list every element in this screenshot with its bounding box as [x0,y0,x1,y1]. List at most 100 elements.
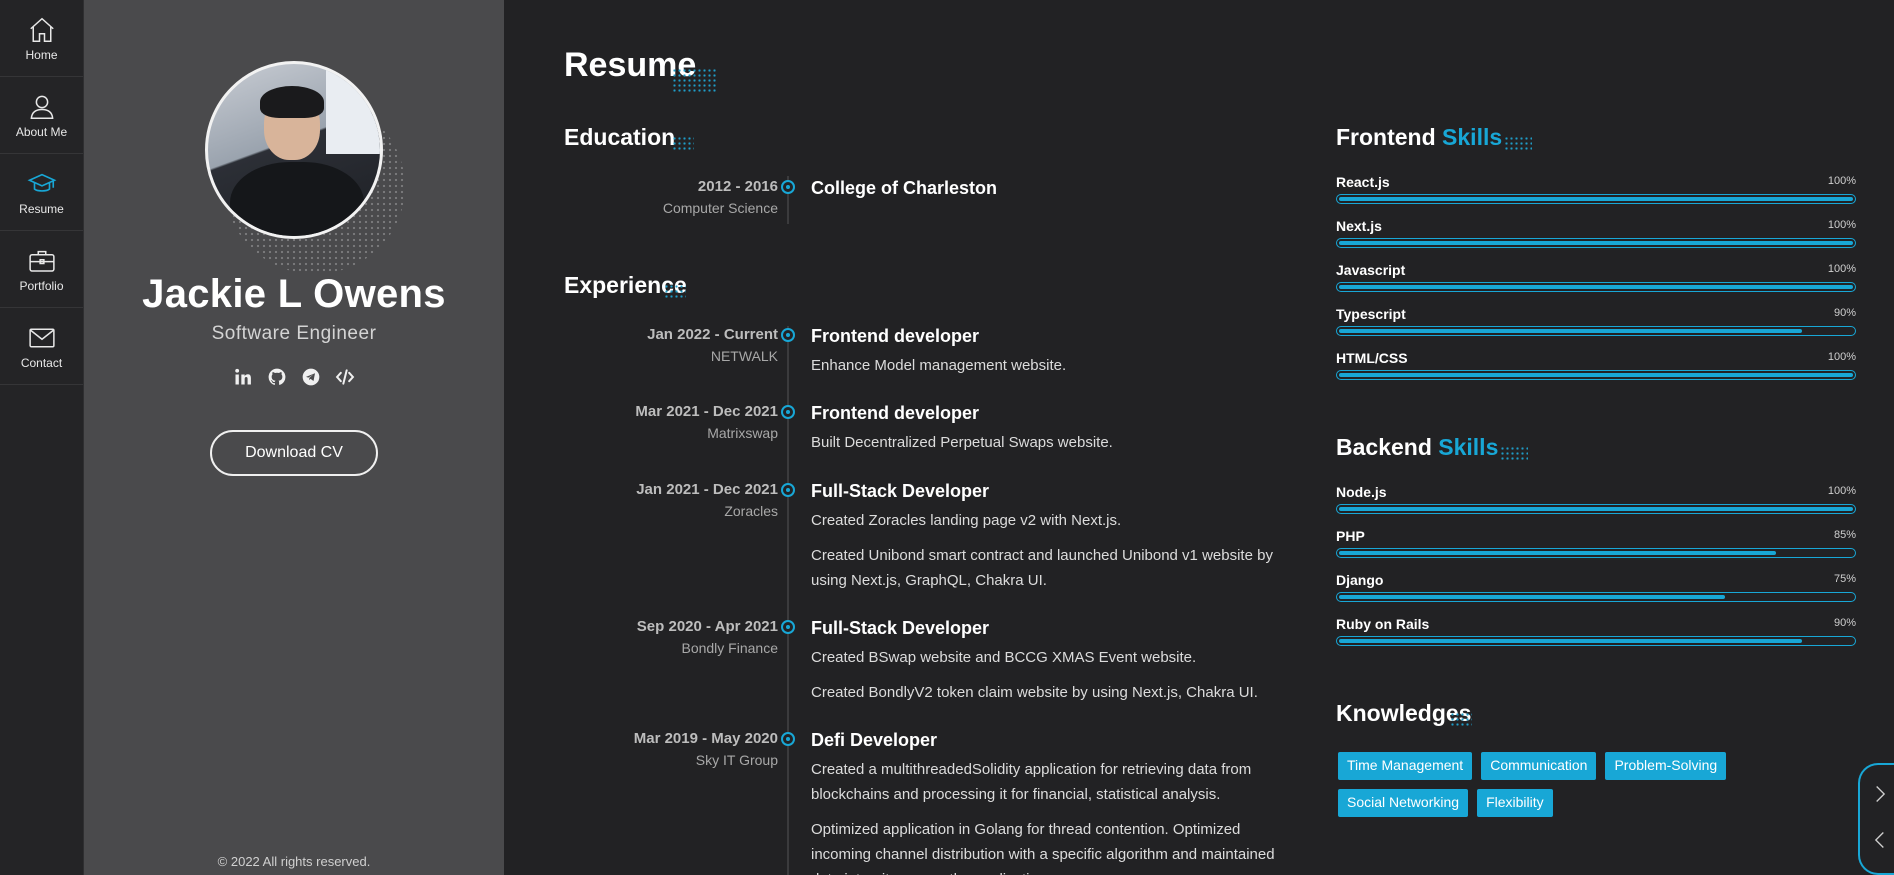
experience-desc: Optimized application in Golang for thre… [811,821,1275,875]
timeline-node [781,732,795,746]
skill-bar [1336,548,1856,558]
briefcase-icon [28,250,55,272]
timeline-node [781,328,795,342]
skill-row: PHP 85% [1336,528,1856,572]
skill-percent: 100% [1827,219,1856,231]
experience-title: Full-Stack Developer [811,481,990,501]
skill-bar [1336,370,1856,380]
chevron-left-icon[interactable] [1869,829,1891,851]
experience-company: Zoracles [724,503,778,519]
skill-bar [1336,504,1856,514]
avatar [205,61,383,239]
skill-bar [1336,194,1856,204]
experience-desc: Created Zoracles landing page v2 with Ne… [811,512,1122,529]
skill-name: Typescript [1336,306,1406,322]
skill-fill [1339,595,1725,599]
experience-right: Frontend developer Enhance Model managem… [811,326,1291,378]
skill-percent: 100% [1827,485,1856,497]
profile-name: Jackie L Owens [142,272,446,316]
skill-bar [1336,238,1856,248]
telegram-icon[interactable] [301,367,321,387]
skill-name: PHP [1336,528,1365,544]
education-school: College of Charleston [811,178,998,198]
education-dates: 2012 - 2016 [697,178,778,195]
experience-left: Mar 2021 - Dec 2021 Matrixswap [518,403,778,441]
backend-skills-list: Node.js 100% PHP 85% Django 75% Ruby on … [1336,484,1856,660]
experience-desc: Created BondlyV2 token claim website by … [811,684,1258,701]
nav-item-resume[interactable]: Resume [0,154,83,231]
code-icon[interactable] [335,367,355,387]
skill-row: Javascript 100% [1336,262,1856,306]
timeline-node [781,483,795,497]
experience-desc: Enhance Model management website. [811,357,1067,374]
nav-label-about: About Me [15,124,68,139]
frontend-heading-a: Frontend [1336,124,1436,150]
experience-right: Frontend developer Built Decentralized P… [811,403,1291,455]
nav-item-portfolio[interactable]: Portfolio [0,231,83,308]
skill-name: Next.js [1336,218,1382,234]
skill-fill [1339,241,1853,245]
education-right: College of Charleston [811,178,1291,199]
knowledge-tags: Time Management Communication Problem-So… [1338,752,1798,817]
backend-dot-pattern [1500,446,1528,462]
experience-company: Bondly Finance [681,640,778,656]
knowledge-tag: Social Networking [1338,789,1469,817]
skill-name: React.js [1336,174,1390,190]
knowledge-tag: Time Management [1338,752,1473,780]
experience-left: Mar 2019 - May 2020 Sky IT Group [518,730,778,768]
education-dot-pattern [672,136,694,152]
skill-bar [1336,592,1856,602]
linkedin-icon[interactable] [233,367,253,387]
skill-percent: 85% [1833,529,1856,541]
resume-main: Resume Education 2012 - 2016 Computer Sc… [504,0,1894,875]
experience-desc: Created Unibond smart contract and launc… [811,547,1273,589]
experience-title: Frontend developer [811,326,980,346]
skill-row: HTML/CSS 100% [1336,350,1856,394]
skill-bar [1336,326,1856,336]
experience-right: Full-Stack Developer Created Zoracles la… [811,481,1291,593]
experience-dot-pattern [664,284,686,300]
skill-row: Next.js 100% [1336,218,1856,262]
experience-right: Defi Developer Created a multithreadedSo… [811,730,1291,875]
skill-percent: 100% [1827,175,1856,187]
chevron-right-icon[interactable] [1869,783,1891,805]
backend-heading-a: Backend [1336,434,1432,460]
experience-left: Jan 2022 - Current NETWALK [518,326,778,364]
knowledge-tag: Flexibility [1477,789,1553,817]
experience-company: Sky IT Group [695,752,778,768]
profile-role: Software Engineer [211,323,377,344]
skill-percent: 75% [1833,573,1856,585]
experience-left: Sep 2020 - Apr 2021 Bondly Finance [518,618,778,656]
skill-percent: 100% [1827,263,1856,275]
envelope-icon [28,328,55,347]
skill-fill [1339,639,1802,643]
experience-dates: Sep 2020 - Apr 2021 [636,618,778,635]
knowledges-dot-pattern [1450,712,1472,728]
skill-fill [1339,507,1853,511]
experience-dates: Jan 2022 - Current [647,326,778,343]
frontend-dot-pattern [1504,136,1532,152]
frontend-skills-list: React.js 100% Next.js 100% Javascript 10… [1336,174,1856,394]
nav-label-portfolio: Portfolio [19,278,64,293]
avatar-container [205,61,405,274]
download-cv-button[interactable]: Download CV [210,430,378,476]
skill-bar [1336,282,1856,292]
github-icon[interactable] [267,367,287,387]
skill-fill [1339,197,1853,201]
skill-name: Node.js [1336,484,1387,500]
nav-item-contact[interactable]: Contact [0,308,83,385]
skill-row: React.js 100% [1336,174,1856,218]
experience-desc: Created BSwap website and BCCG XMAS Even… [811,649,1197,666]
nav-item-home[interactable]: Home [0,0,83,77]
education-left: 2012 - 2016 Computer Science [518,178,778,216]
education-field: Computer Science [662,200,778,216]
skill-percent: 90% [1833,617,1856,629]
backend-heading-b: Skills [1438,434,1499,460]
user-icon [30,95,53,119]
timeline-node [781,180,795,194]
nav-item-about[interactable]: About Me [0,77,83,154]
knowledge-tag: Communication [1481,752,1597,780]
graduation-cap-icon [27,173,56,192]
copyright-text: © 2022 All rights reserved. [217,854,371,869]
skill-fill [1339,285,1853,289]
